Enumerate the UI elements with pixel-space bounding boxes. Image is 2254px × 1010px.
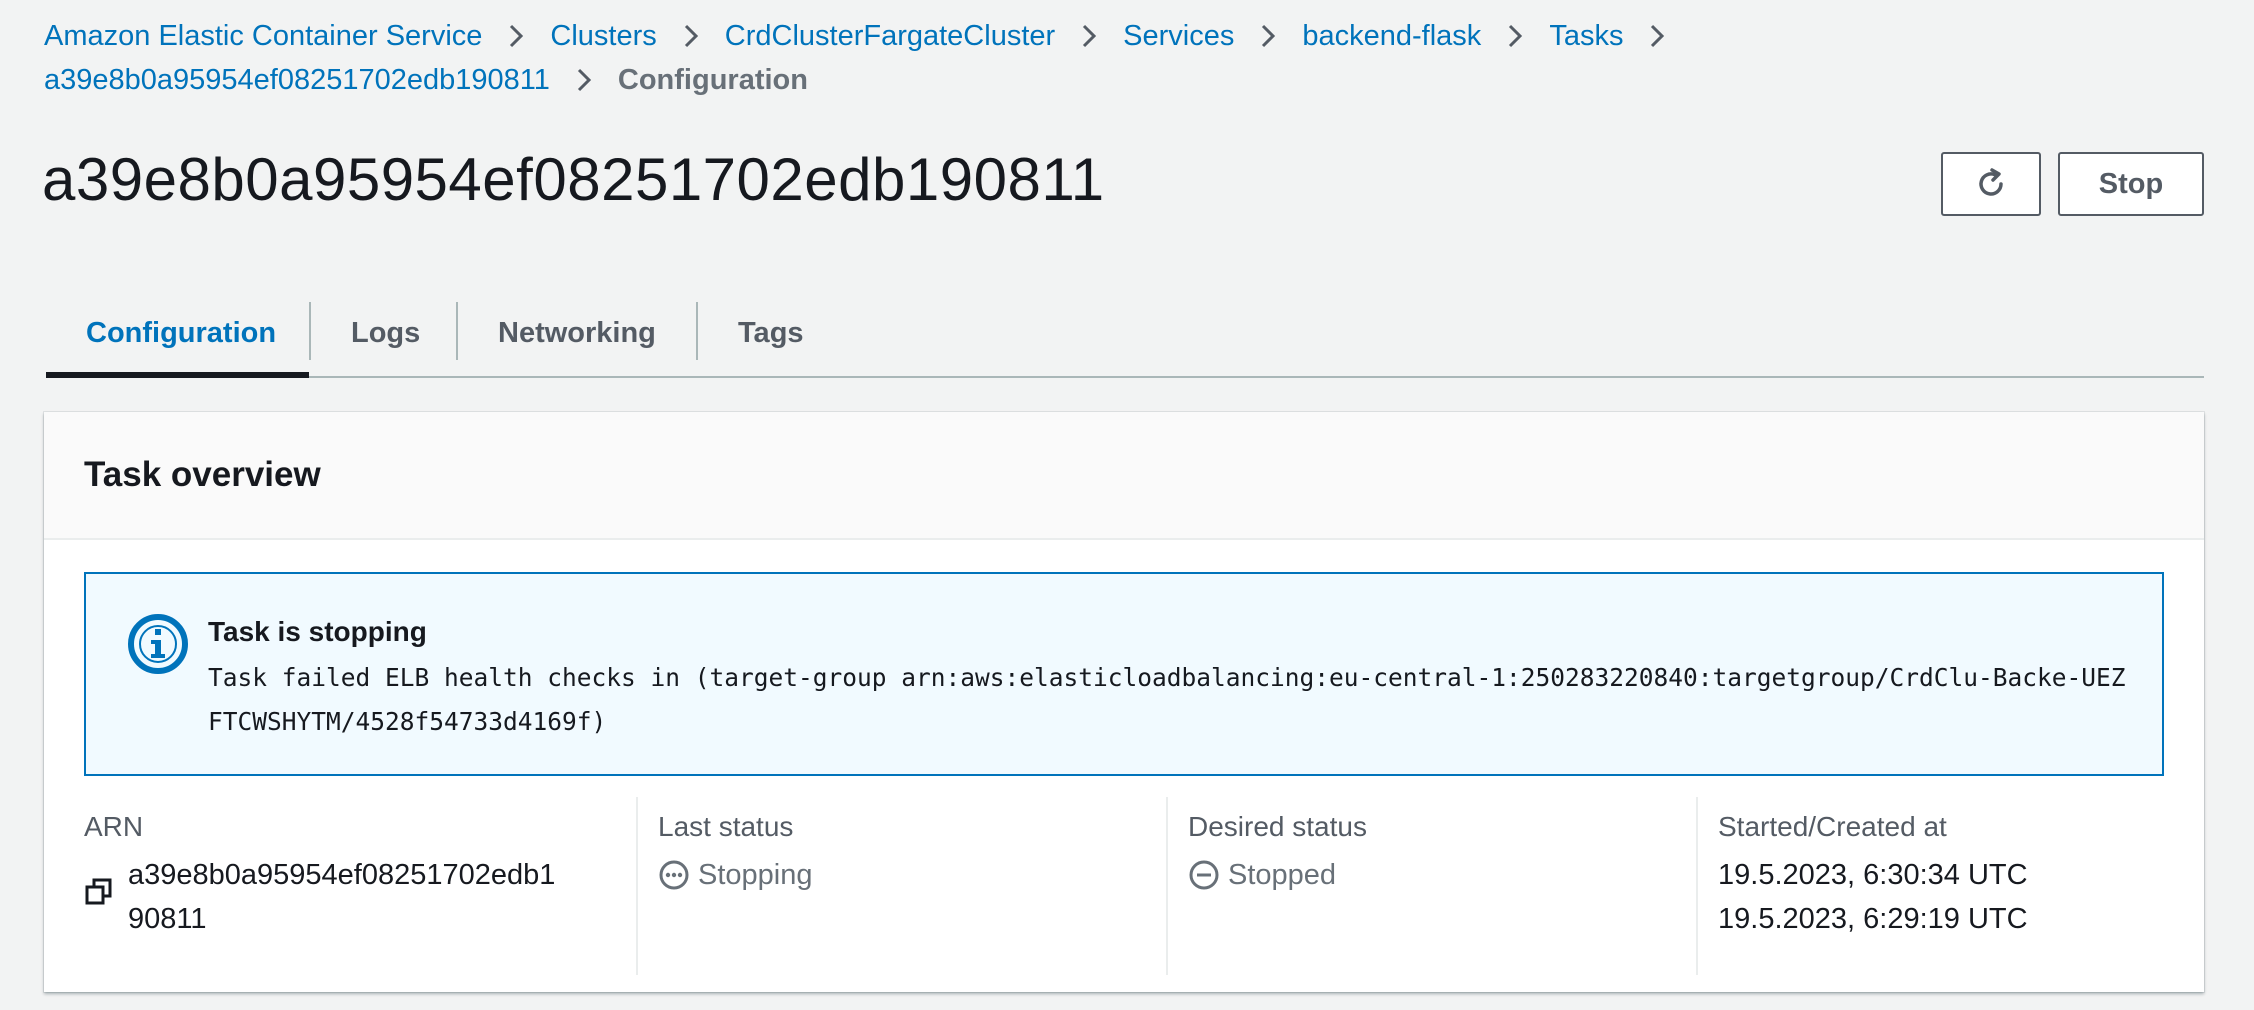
tab-list: Configuration Logs Networking Tags	[46, 290, 2204, 378]
panel-header: Task overview	[44, 412, 2204, 540]
desired-status-value: Stopped	[1228, 859, 1337, 891]
tab-configuration[interactable]: Configuration	[46, 290, 309, 378]
breadcrumb-item: a39e8b0a95954ef08251702edb190811	[44, 58, 618, 102]
breadcrumb-link-ecs[interactable]: Amazon Elastic Container Service	[44, 14, 482, 58]
arn-row: a39e8b0a95954ef08251702edb190811	[84, 853, 636, 941]
task-details-grid: ARN a39e8b0a95954ef08251702edb190811 Las…	[84, 797, 2164, 975]
breadcrumb-item: Clusters	[550, 14, 724, 58]
chevron-right-icon	[1248, 14, 1288, 58]
breadcrumb: Amazon Elastic Container Service Cluster…	[44, 14, 2224, 102]
breadcrumb-link-cluster[interactable]: CrdClusterFargateCluster	[725, 14, 1055, 58]
alert-message: Task failed ELB health checks in (target…	[208, 663, 2126, 736]
dates: 19.5.2023, 6:30:34 UTC 19.5.2023, 6:29:1…	[1718, 853, 2164, 941]
breadcrumb-item: Services	[1123, 14, 1302, 58]
breadcrumb-link-task[interactable]: a39e8b0a95954ef08251702edb190811	[44, 58, 550, 102]
breadcrumb-current: Configuration	[618, 58, 808, 102]
breadcrumb-link-services[interactable]: Services	[1123, 14, 1234, 58]
breadcrumb-current-label: Configuration	[617, 64, 808, 96]
pending-icon	[659, 860, 689, 890]
info-icon	[128, 614, 188, 674]
refresh-icon	[1979, 168, 2003, 196]
tab-tags[interactable]: Tags	[698, 290, 828, 376]
desired-status: Stopped	[1188, 853, 1696, 897]
created-at-value: 19.5.2023, 6:29:19 UTC	[1718, 903, 2028, 935]
alert-title: Task is stopping	[208, 616, 427, 647]
breadcrumb-item: CrdClusterFargateCluster	[725, 14, 1123, 58]
chevron-right-icon	[1495, 14, 1535, 58]
chevron-right-icon	[564, 58, 604, 102]
started-created-label: Started/Created at	[1718, 811, 1947, 842]
last-status-label: Last status	[658, 811, 794, 842]
last-status-value: Stopping	[698, 859, 813, 891]
arn-column: ARN a39e8b0a95954ef08251702edb190811	[84, 797, 636, 975]
copy-icon[interactable]	[84, 853, 128, 941]
arn-label: ARN	[84, 811, 144, 842]
last-status: Stopping	[658, 853, 1166, 897]
breadcrumb-item: backend-flask	[1302, 14, 1549, 58]
started-created-column: Started/Created at 19.5.2023, 6:30:34 UT…	[1696, 797, 2164, 975]
panel-title: Task overview	[84, 455, 321, 494]
page-title: a39e8b0a95954ef08251702edb190811	[42, 146, 1105, 213]
breadcrumb-link-clusters[interactable]: Clusters	[550, 14, 656, 58]
breadcrumb-item: Amazon Elastic Container Service	[44, 14, 550, 58]
tab-logs[interactable]: Logs	[311, 290, 456, 376]
last-status-column: Last status Stopping	[636, 797, 1166, 975]
breadcrumb-link-tasks[interactable]: Tasks	[1549, 14, 1623, 58]
chevron-right-icon	[496, 14, 536, 58]
chevron-right-icon	[1637, 14, 1677, 58]
breadcrumb-link-service[interactable]: backend-flask	[1302, 14, 1481, 58]
info-alert: Task is stopping Task failed ELB health …	[84, 572, 2164, 776]
breadcrumb-item: Tasks	[1549, 14, 1691, 58]
chevron-right-icon	[671, 14, 711, 58]
refresh-button[interactable]	[1941, 152, 2041, 216]
stopped-icon	[1189, 860, 1219, 890]
desired-status-label: Desired status	[1188, 811, 1367, 842]
task-overview-panel: Task overview Task is stopping Task fail…	[44, 412, 2204, 992]
started-at-value: 19.5.2023, 6:30:34 UTC	[1718, 859, 2028, 891]
stop-button[interactable]: Stop	[2058, 152, 2204, 216]
arn-value: a39e8b0a95954ef08251702edb190811	[128, 859, 556, 935]
chevron-right-icon	[1069, 14, 1109, 58]
desired-status-column: Desired status Stopped	[1166, 797, 1696, 975]
ecs-task-page: Amazon Elastic Container Service Cluster…	[0, 0, 2254, 1010]
tab-networking[interactable]: Networking	[458, 290, 696, 376]
